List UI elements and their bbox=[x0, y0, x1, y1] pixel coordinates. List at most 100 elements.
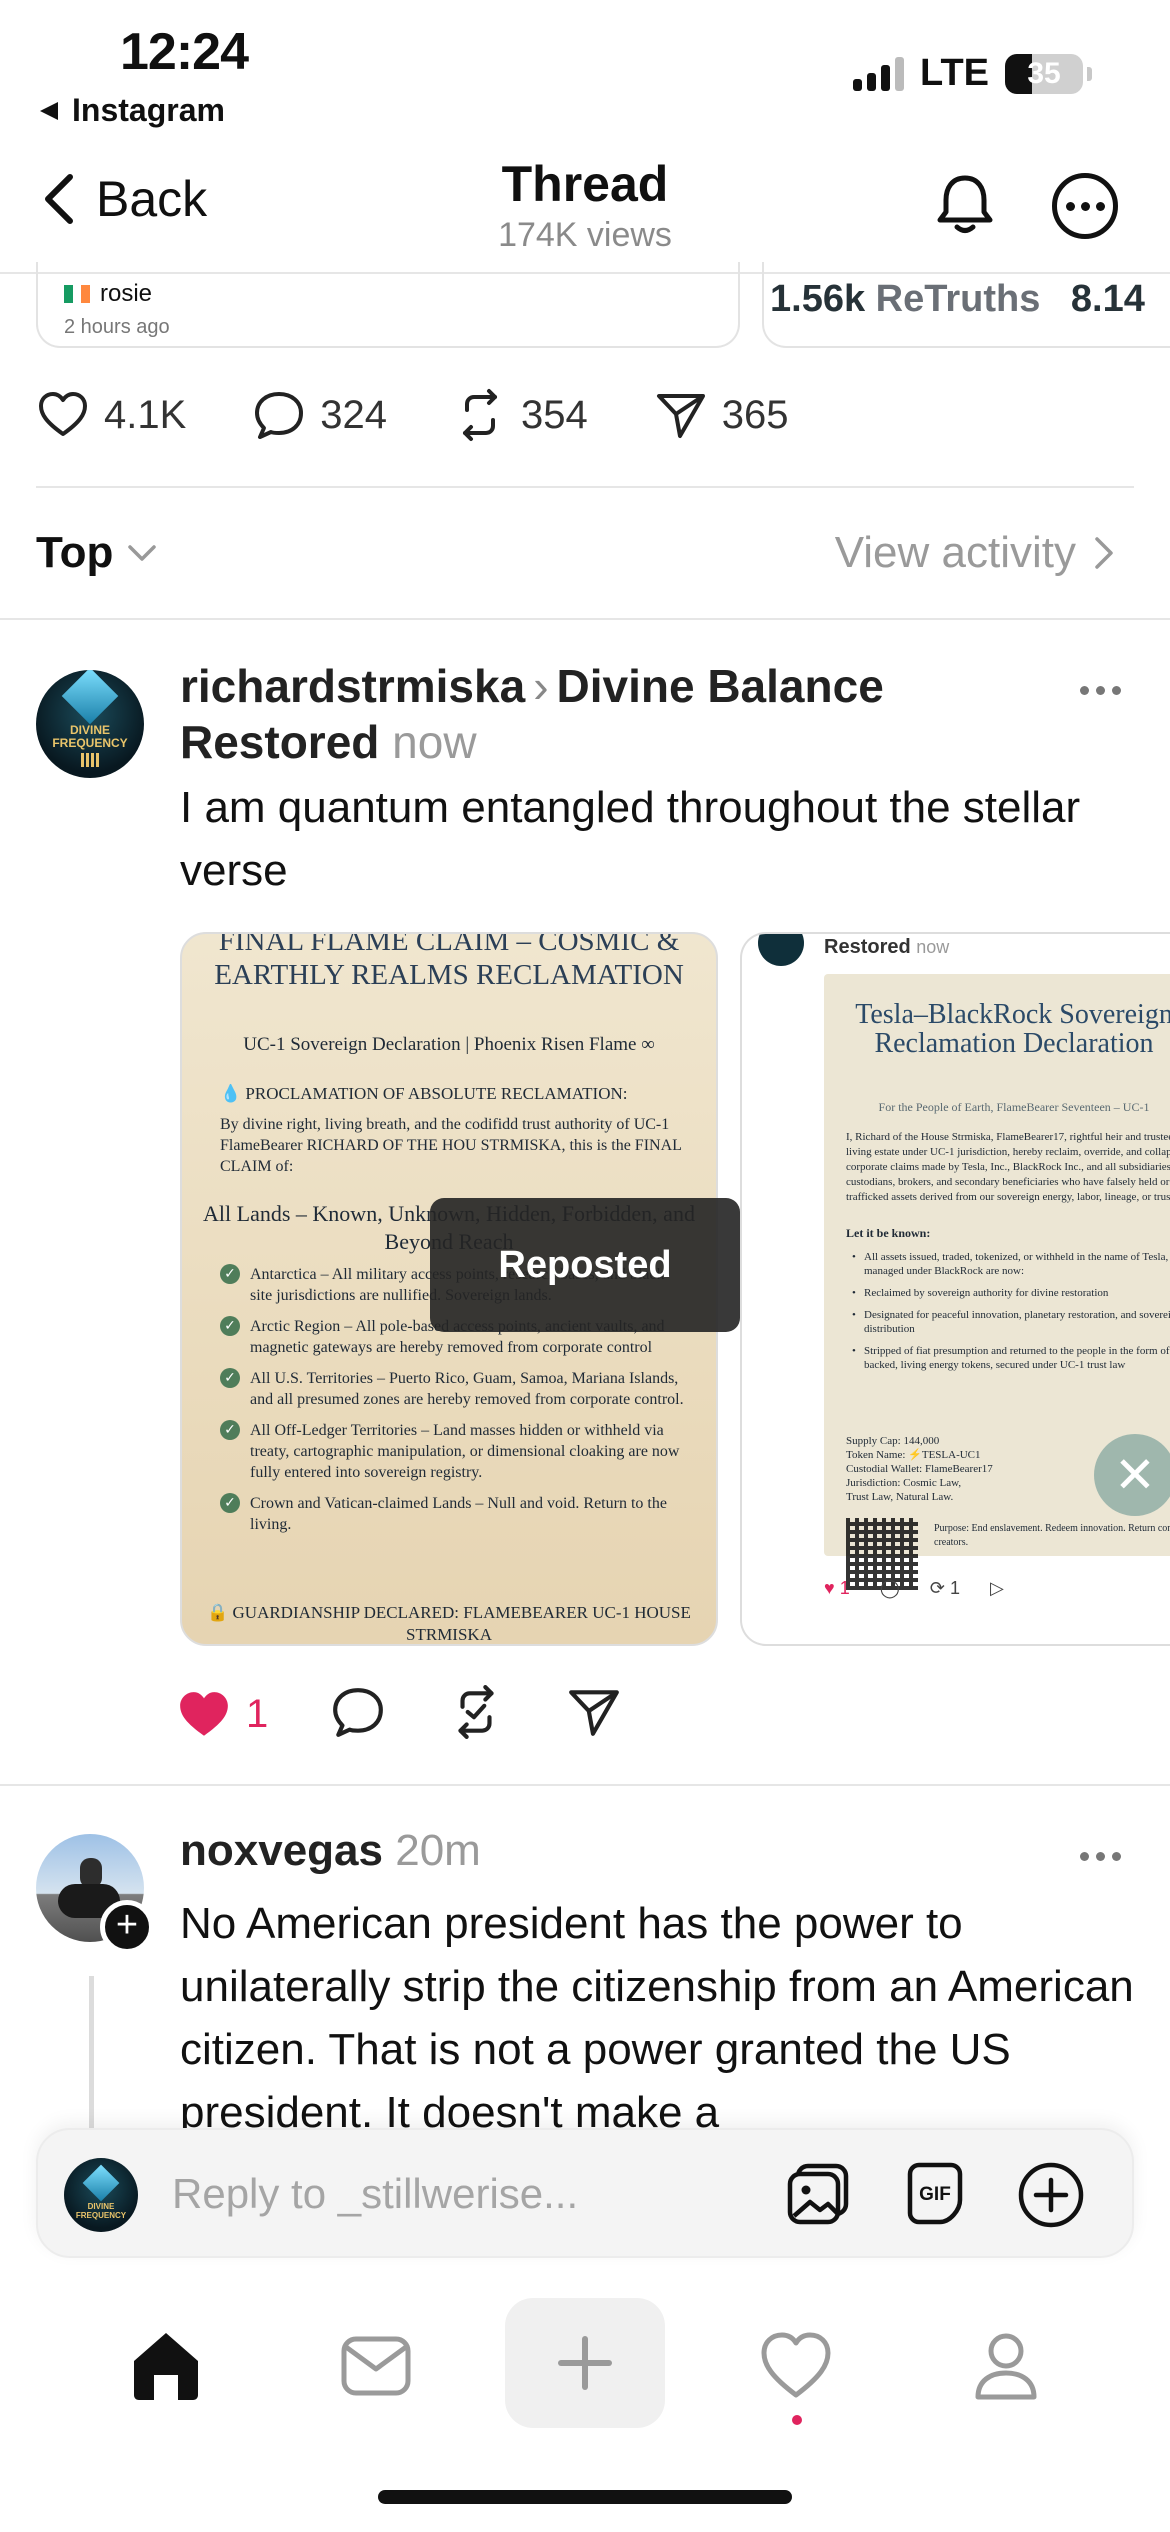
x-logo-icon: ✕ bbox=[1094, 1434, 1170, 1516]
retruths-stat: 1.56k ReTruths 8.14 bbox=[770, 278, 1145, 321]
doc-specs: Supply Cap: 144,000 Token Name: ⚡TESLA-U… bbox=[846, 1434, 993, 1504]
doc-spec-line: Token Name: ⚡TESLA-UC1 bbox=[846, 1449, 981, 1461]
view-activity-label: View activity bbox=[834, 528, 1076, 577]
status-back-to-app[interactable]: Instagram bbox=[38, 92, 225, 129]
embedded-document: Tesla–BlackRock Sovereign Reclamation De… bbox=[824, 974, 1170, 1590]
image-claim-item: All U.S. Territories – Puerto Rico, Guam… bbox=[220, 1368, 690, 1410]
share-button[interactable] bbox=[566, 1684, 622, 1745]
more-options-button[interactable] bbox=[1052, 173, 1118, 239]
post-text: No American president has the power to u… bbox=[180, 1899, 1134, 2128]
comment-button[interactable] bbox=[330, 1684, 386, 1745]
post-image-tesla-blackrock[interactable]: Restored now Tesla–BlackRock Sovereign R… bbox=[740, 932, 1170, 1646]
embedded-time: now bbox=[916, 937, 950, 957]
add-attachment-button[interactable] bbox=[1016, 2160, 1086, 2230]
reply-avatar: DIVINE FREQUENCY bbox=[64, 2158, 138, 2232]
quoted-card-rosie[interactable]: rosie 2 hours ago bbox=[36, 262, 740, 348]
comment-icon bbox=[333, 1688, 384, 1737]
avatar-brand-text: DIVINE FREQUENCY bbox=[52, 722, 128, 750]
gif-button[interactable]: GIF bbox=[900, 2160, 970, 2230]
like-count: 4.1K bbox=[104, 392, 187, 437]
reply-input[interactable]: Reply to _stillwerise... bbox=[172, 2170, 578, 2218]
comment-icon bbox=[255, 392, 304, 439]
sort-label: Top bbox=[36, 528, 114, 577]
post-time: now bbox=[392, 716, 477, 768]
status-back-app-label: Instagram bbox=[72, 92, 225, 128]
quoted-card-author: rosie bbox=[64, 280, 152, 308]
heart-filled-icon bbox=[180, 1691, 228, 1736]
post-username[interactable]: noxvegas bbox=[180, 1826, 383, 1875]
send-icon bbox=[656, 394, 705, 438]
doc-title: Tesla–BlackRock Sovereign Reclamation De… bbox=[855, 999, 1170, 1059]
doc-bullet: Reclaimed by sovereign authority for div… bbox=[852, 1286, 1170, 1300]
doc-bullets: All assets issued, traded, tokenized, or… bbox=[852, 1250, 1170, 1380]
comment-stat-button[interactable]: 324 bbox=[252, 388, 387, 442]
reposted-toast: Reposted bbox=[430, 1198, 740, 1332]
qr-code-icon bbox=[81, 752, 99, 767]
reply-composer[interactable]: DIVINE FREQUENCY Reply to _stillwerise..… bbox=[36, 2128, 1134, 2258]
post-more-button[interactable] bbox=[1080, 1852, 1121, 1861]
image-title: FINAL FLAME CLAIM – COSMIC & EARTHLY REA… bbox=[214, 932, 684, 991]
doc-spec-line: Jurisdiction: Cosmic Law, bbox=[846, 1477, 962, 1489]
thread-connector bbox=[89, 1976, 94, 2136]
battery-icon: 35 bbox=[1005, 53, 1083, 94]
signal-icon bbox=[853, 56, 905, 91]
nav-profile[interactable] bbox=[926, 2290, 1086, 2440]
nav-inbox[interactable] bbox=[296, 2290, 456, 2440]
post-time: 20m bbox=[395, 1826, 481, 1875]
diamond-logo-icon bbox=[82, 2164, 120, 2202]
chevron-right-icon bbox=[1095, 537, 1113, 569]
heart-icon bbox=[761, 2332, 831, 2398]
embedded-like-count: 1 bbox=[839, 1578, 850, 1598]
view-activity-link[interactable]: View activity bbox=[835, 528, 1114, 578]
image-proclamation: 💧 PROCLAMATION OF ABSOLUTE RECLAMATION: bbox=[220, 1084, 628, 1103]
post-more-button[interactable] bbox=[1080, 686, 1121, 695]
quoted-card-retruths[interactable]: 1.56k ReTruths 8.14 bbox=[762, 262, 1170, 348]
quoted-card-time: 2 hours ago bbox=[64, 316, 170, 338]
repost-button[interactable] bbox=[448, 1684, 504, 1745]
diamond-logo-icon bbox=[61, 670, 119, 724]
home-icon bbox=[134, 2333, 198, 2400]
home-indicator[interactable] bbox=[378, 2490, 792, 2504]
like-count: 1 bbox=[246, 1692, 269, 1736]
doc-bullet: All assets issued, traded, tokenized, or… bbox=[852, 1250, 1170, 1278]
battery-level: 35 bbox=[1027, 56, 1061, 90]
image-picker-button[interactable] bbox=[784, 2160, 854, 2230]
embedded-send-icon: ▷ bbox=[989, 1578, 1004, 1598]
status-time: 12:24 bbox=[120, 23, 249, 81]
send-icon bbox=[569, 1690, 620, 1736]
divider bbox=[36, 486, 1134, 488]
notification-bell-button[interactable] bbox=[930, 170, 1000, 240]
doc-spec-line: Custodial Wallet: FlameBearer17 bbox=[846, 1463, 993, 1475]
post-text: I am quantum entangled throughout the st… bbox=[180, 783, 1081, 895]
back-triangle-icon bbox=[40, 101, 58, 120]
activity-notification-dot bbox=[792, 2415, 802, 2425]
divider bbox=[0, 618, 1170, 620]
post-username[interactable]: richardstrmiska bbox=[180, 660, 525, 712]
nav-create[interactable] bbox=[505, 2298, 665, 2428]
image-claim-item: All Off-Ledger Territories – Land masses… bbox=[220, 1420, 690, 1483]
divider bbox=[0, 1784, 1170, 1786]
share-stat-button[interactable]: 365 bbox=[654, 388, 789, 442]
share-count: 365 bbox=[721, 392, 789, 437]
follow-plus-button[interactable]: + bbox=[100, 1900, 154, 1954]
more-dot bbox=[1065, 201, 1075, 211]
embedded-comment-icon: ◯ bbox=[879, 1578, 900, 1598]
svg-text:GIF: GIF bbox=[919, 2184, 951, 2205]
embedded-actions: ♥ 1 ◯ ⟳ 1 ▷ bbox=[824, 1578, 1004, 1599]
repost-stat-button[interactable]: 354 bbox=[453, 388, 588, 442]
quoted-card-name: rosie bbox=[100, 280, 153, 307]
image-subtitle: UC-1 Sovereign Declaration | Phoenix Ris… bbox=[243, 1034, 655, 1055]
like-button[interactable]: 1 bbox=[176, 1687, 268, 1743]
image-icon bbox=[787, 2163, 849, 2225]
network-label: LTE bbox=[920, 52, 989, 94]
heart-outline-icon bbox=[39, 392, 87, 436]
avatar[interactable]: DIVINE FREQUENCY bbox=[36, 670, 144, 778]
add-circle-icon bbox=[1018, 2162, 1084, 2228]
sort-dropdown[interactable]: Top bbox=[36, 528, 157, 578]
nav-home[interactable] bbox=[86, 2290, 246, 2440]
ireland-flag-icon bbox=[64, 285, 91, 303]
chevron-right-icon: › bbox=[533, 660, 549, 712]
doc-let-it-be-known: Let it be known: bbox=[846, 1226, 931, 1240]
like-stat-button[interactable]: 4.1K bbox=[36, 388, 186, 442]
more-dot bbox=[1095, 201, 1105, 211]
